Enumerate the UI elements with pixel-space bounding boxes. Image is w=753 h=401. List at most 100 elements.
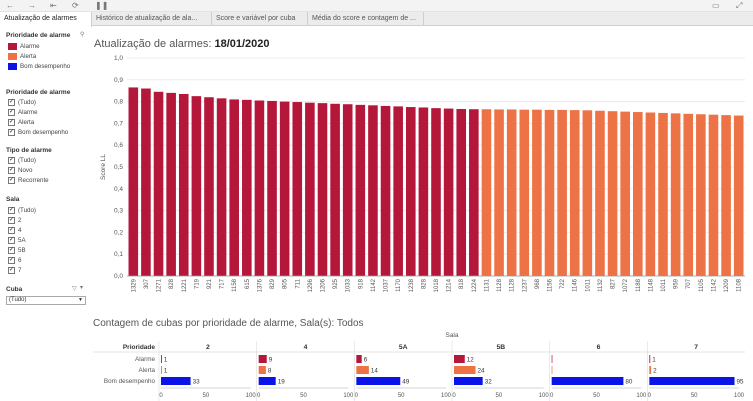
panel-axis-tick: 100	[636, 393, 647, 399]
score-bar	[582, 110, 593, 276]
legend-item-bom[interactable]: Bom desempenho	[8, 62, 70, 71]
panel-axis-tick: 100	[246, 393, 257, 399]
cuba-select[interactable]: (Tudo) ▼	[6, 296, 86, 305]
sala-filter-5a[interactable]: ✓ 5A	[8, 236, 26, 245]
count-bar	[551, 377, 624, 385]
score-bar	[658, 112, 668, 276]
score-bar	[418, 107, 429, 277]
score-bar	[242, 99, 252, 276]
score-bar	[633, 112, 643, 276]
count-bar	[356, 366, 369, 374]
score-bar	[519, 109, 530, 276]
count-bar	[649, 366, 652, 374]
score-bar	[595, 110, 605, 276]
x-tick-label: 1206	[320, 278, 326, 292]
panel-axis-tick: 50	[495, 393, 502, 399]
x-tick-label: 1072	[623, 278, 629, 292]
x-tick-label: 1188	[636, 278, 642, 292]
panel-header: 2	[206, 344, 210, 351]
redo-icon[interactable]: →	[28, 1, 36, 11]
panel-header: 5A	[399, 344, 408, 351]
x-tick-label: 1011	[585, 278, 591, 292]
comment-icon[interactable]: ▭	[712, 1, 720, 11]
sala-filter-2[interactable]: ✓ 2	[8, 216, 21, 225]
count-label: 24	[478, 368, 486, 375]
fullscreen-icon[interactable]: ⤢	[736, 1, 742, 11]
count-bar	[161, 355, 162, 363]
score-bar	[494, 109, 504, 276]
count-label: 9	[269, 357, 273, 364]
count-bar	[649, 355, 651, 363]
sala-filter-title: Sala	[6, 196, 20, 203]
sala-filter-4[interactable]: ✓ 4	[8, 226, 21, 235]
priority-filter-title: Prioridade de alarme	[6, 89, 71, 96]
x-tick-label: 1131	[484, 278, 490, 292]
tab-score-variavel[interactable]: Score e variável por cuba	[212, 12, 308, 26]
tab-media-score[interactable]: Média do score e contagem de ...	[308, 12, 424, 26]
tab-atualizacao[interactable]: Atualização de alarmes	[0, 12, 92, 27]
x-tick-label: 1376	[257, 278, 263, 292]
priority-filter-bom[interactable]: ✓ Bom desempenho	[8, 128, 68, 137]
tipo-filter-recorrente[interactable]: ✓ Recorrente	[8, 176, 49, 185]
legend-item-alarme[interactable]: Alarme	[8, 42, 40, 51]
x-tick-label: 722	[560, 278, 566, 289]
sala-filter-tudo[interactable]: ✓ (Tudo)	[8, 206, 36, 215]
refresh-icon[interactable]: ⟳	[72, 1, 79, 11]
pause-icon[interactable]: ❚❚	[95, 1, 108, 11]
x-tick-label: 1237	[522, 278, 528, 292]
score-bar	[153, 91, 164, 276]
x-tick-label: 707	[686, 278, 692, 289]
filter-panel: Prioridade de alarme ⚲ Alarme Alerta Bom…	[0, 26, 92, 401]
tab-bar: Atualização de alarmes Histórico de atua…	[0, 12, 753, 27]
count-label: 6	[364, 357, 368, 364]
priority-filter-alerta[interactable]: ✓ Alerta	[8, 118, 34, 127]
panel-header: 4	[304, 344, 308, 351]
count-label: 95	[737, 379, 745, 386]
score-bar	[128, 87, 139, 277]
x-tick-label: 925	[333, 278, 339, 289]
count-bar	[454, 355, 465, 363]
panel-axis-tick: 100	[734, 393, 745, 399]
filter-icon[interactable]: ▽	[72, 285, 77, 292]
panel-axis-tick: 0	[648, 393, 652, 399]
dropdown-arrow-icon[interactable]: ▾	[80, 284, 83, 291]
legend-item-alerta[interactable]: Alerta	[8, 52, 36, 61]
score-bar	[368, 105, 378, 276]
priority-filter-tudo[interactable]: ✓ (Tudo)	[8, 98, 36, 107]
pin-icon[interactable]: ⚲	[80, 31, 84, 38]
score-bar	[506, 109, 517, 276]
panel-axis-tick: 100	[539, 393, 550, 399]
sala-filter-6[interactable]: ✓ 6	[8, 256, 21, 265]
x-tick-label: 615	[245, 278, 251, 289]
priority-filter-alarme[interactable]: ✓ Alarme	[8, 108, 38, 117]
panel-header: 7	[694, 344, 698, 351]
sala-filter-5b[interactable]: ✓ 5B	[8, 246, 26, 255]
tipo-filter-tudo[interactable]: ✓ (Tudo)	[8, 156, 36, 165]
x-tick-label: 921	[207, 278, 213, 289]
y-tick-label: 1,0	[114, 55, 123, 62]
row-label: Bom desempenho	[104, 378, 156, 385]
sala-filter-7[interactable]: ✓ 7	[8, 266, 21, 275]
x-tick-label: 1209	[724, 278, 730, 292]
x-tick-label: 918	[358, 278, 364, 289]
count-label: 12	[467, 357, 475, 364]
score-bar	[355, 104, 366, 276]
tipo-filter-title: Tipo de alarme	[6, 147, 52, 154]
score-bar	[469, 109, 479, 276]
tipo-filter-novo[interactable]: ✓ Novo	[8, 166, 32, 175]
x-tick-label: 968	[535, 278, 541, 289]
page-title: Atualização de alarmes: 18/01/2020	[94, 38, 270, 50]
undo-icon[interactable]: ←	[6, 1, 14, 11]
score-bar	[405, 107, 416, 276]
panel-header: 6	[597, 344, 601, 351]
score-bar	[279, 101, 290, 276]
count-bar	[356, 377, 401, 385]
count-bar	[161, 366, 162, 374]
x-tick-label: 1142	[711, 278, 717, 292]
score-bar	[204, 97, 214, 276]
tab-historico[interactable]: Histórico de atualização de ala...	[92, 12, 212, 26]
panel-axis-tick: 50	[202, 393, 209, 399]
revert-icon[interactable]: ⇤	[50, 1, 57, 11]
count-bar	[258, 355, 267, 363]
x-tick-label: 1296	[308, 278, 314, 292]
